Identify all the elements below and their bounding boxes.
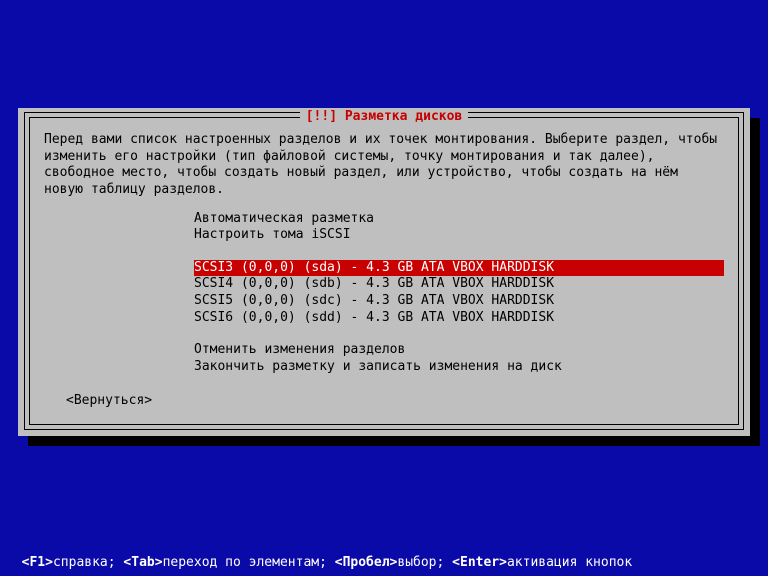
help-text-space: выбор; — [397, 555, 452, 570]
help-key-space: <Пробел> — [335, 555, 398, 570]
disk-sdc[interactable]: SCSI5 (0,0,0) (sdc) - 4.3 GB ATA VBOX HA… — [194, 293, 724, 310]
help-key-enter: <Enter> — [452, 555, 507, 570]
help-key-f1: <F1> — [22, 555, 53, 570]
help-text-tab: переход по элементам; — [163, 555, 335, 570]
dialog-window: [!!] Разметка дисков Перед вами список н… — [18, 108, 750, 436]
disk-sda[interactable]: SCSI3 (0,0,0) (sda) - 4.3 GB ATA VBOX HA… — [194, 260, 724, 277]
menu-finish-write[interactable]: Закончить разметку и записать изменения … — [194, 359, 724, 376]
intro-text: Перед вами список настроенных разделов и… — [44, 132, 724, 199]
menu-configure-iscsi[interactable]: Настроить тома iSCSI — [194, 227, 724, 244]
outer-border: [!!] Разметка дисков Перед вами список н… — [24, 112, 744, 430]
disk-sdb[interactable]: SCSI4 (0,0,0) (sdb) - 4.3 GB ATA VBOX HA… — [194, 276, 724, 293]
menu-list: Автоматическая разметка Настроить тома i… — [194, 211, 724, 376]
dialog-title-wrap: [!!] Разметка дисков — [30, 109, 738, 126]
window-shadow-right — [750, 118, 760, 444]
go-back-button[interactable]: <Вернуться> — [66, 393, 152, 410]
help-text-enter: активация кнопок — [507, 555, 632, 570]
disk-sdd[interactable]: SCSI6 (0,0,0) (sdd) - 4.3 GB ATA VBOX HA… — [194, 310, 724, 327]
dialog-title: [!!] Разметка дисков — [300, 109, 469, 124]
menu-undo-changes[interactable]: Отменить изменения разделов — [194, 342, 724, 359]
footer-help-bar: <F1>справка; <Tab>переход по элементам; … — [0, 537, 768, 576]
help-key-tab: <Tab> — [123, 555, 162, 570]
help-text-f1: справка; — [53, 555, 123, 570]
inner-panel: [!!] Разметка дисков Перед вами список н… — [29, 117, 739, 425]
menu-guided-partitioning[interactable]: Автоматическая разметка — [194, 211, 724, 228]
window-shadow-bottom — [28, 436, 760, 446]
